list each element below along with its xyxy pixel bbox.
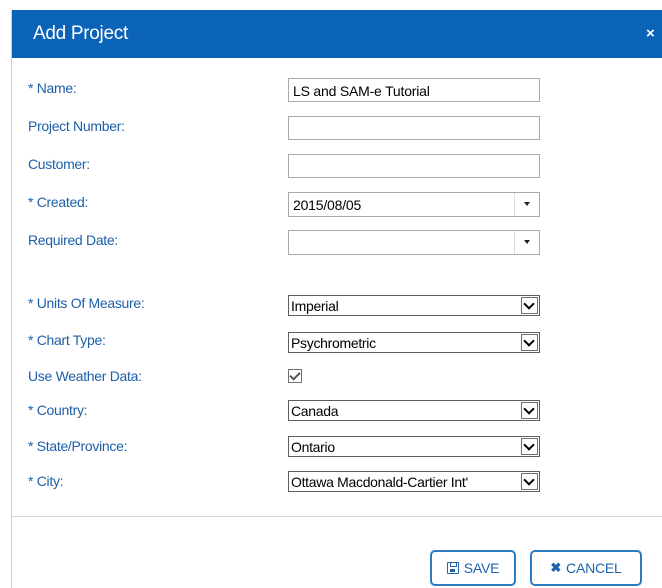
cancel-button-label: CANCEL [566, 560, 622, 576]
name-label: * Name: [28, 80, 77, 96]
city-label: * City: [28, 473, 64, 489]
chevron-down-icon[interactable] [521, 402, 538, 419]
required-date-picker[interactable] [288, 230, 540, 255]
weather-label: Use Weather Data: [28, 368, 142, 384]
chevron-down-icon[interactable] [521, 334, 538, 351]
chevron-down-icon[interactable] [521, 473, 538, 490]
floppy-disk-icon [446, 562, 459, 574]
state-select[interactable]: Ontario [288, 436, 540, 457]
weather-checkbox[interactable] [288, 369, 302, 383]
customer-input[interactable] [288, 154, 540, 178]
chart-type-value: Psychrometric [291, 335, 376, 351]
required-date-label: Required Date: [28, 232, 118, 248]
cancel-button[interactable]: ✖ CANCEL [530, 550, 642, 586]
project-number-label: Project Number: [28, 118, 125, 134]
x-icon: ✖ [550, 560, 562, 575]
units-label: * Units Of Measure: [28, 295, 145, 311]
units-select[interactable]: Imperial [288, 295, 540, 316]
background-window-edge [0, 0, 12, 588]
dialog-titlebar: Add Project × [12, 10, 662, 58]
units-value: Imperial [291, 298, 339, 314]
chevron-down-icon[interactable] [521, 438, 538, 455]
name-input-value: LS and SAM-e Tutorial [293, 83, 430, 99]
city-select[interactable]: Ottawa Macdonald-Cartier Int' [288, 471, 540, 492]
save-button[interactable]: SAVE [430, 550, 516, 586]
state-label: * State/Province: [28, 438, 128, 454]
save-button-label: SAVE [463, 560, 500, 576]
state-value: Ontario [291, 439, 335, 455]
background-window-top [0, 0, 662, 10]
created-date-value: 2015/08/05 [293, 197, 362, 213]
created-date-picker[interactable]: 2015/08/05 [288, 192, 540, 217]
chevron-down-icon[interactable] [514, 193, 539, 216]
project-number-input[interactable] [288, 116, 540, 140]
chart-type-select[interactable]: Psychrometric [288, 332, 540, 353]
dialog-title: Add Project [33, 23, 128, 44]
city-value: Ottawa Macdonald-Cartier Int' [291, 474, 468, 490]
chevron-down-icon[interactable] [514, 231, 539, 254]
country-value: Canada [291, 403, 339, 419]
country-label: * Country: [28, 402, 88, 418]
name-input[interactable]: LS and SAM-e Tutorial [288, 78, 540, 102]
country-select[interactable]: Canada [288, 400, 540, 421]
chevron-down-icon[interactable] [521, 297, 538, 314]
close-icon[interactable]: × [646, 26, 655, 41]
created-label: * Created: [28, 194, 89, 210]
customer-label: Customer: [28, 156, 90, 172]
add-project-dialog: Add Project × * Name: LS and SAM-e Tutor… [12, 10, 662, 588]
footer-divider [12, 516, 662, 517]
chart-type-label: * Chart Type: [28, 332, 106, 348]
